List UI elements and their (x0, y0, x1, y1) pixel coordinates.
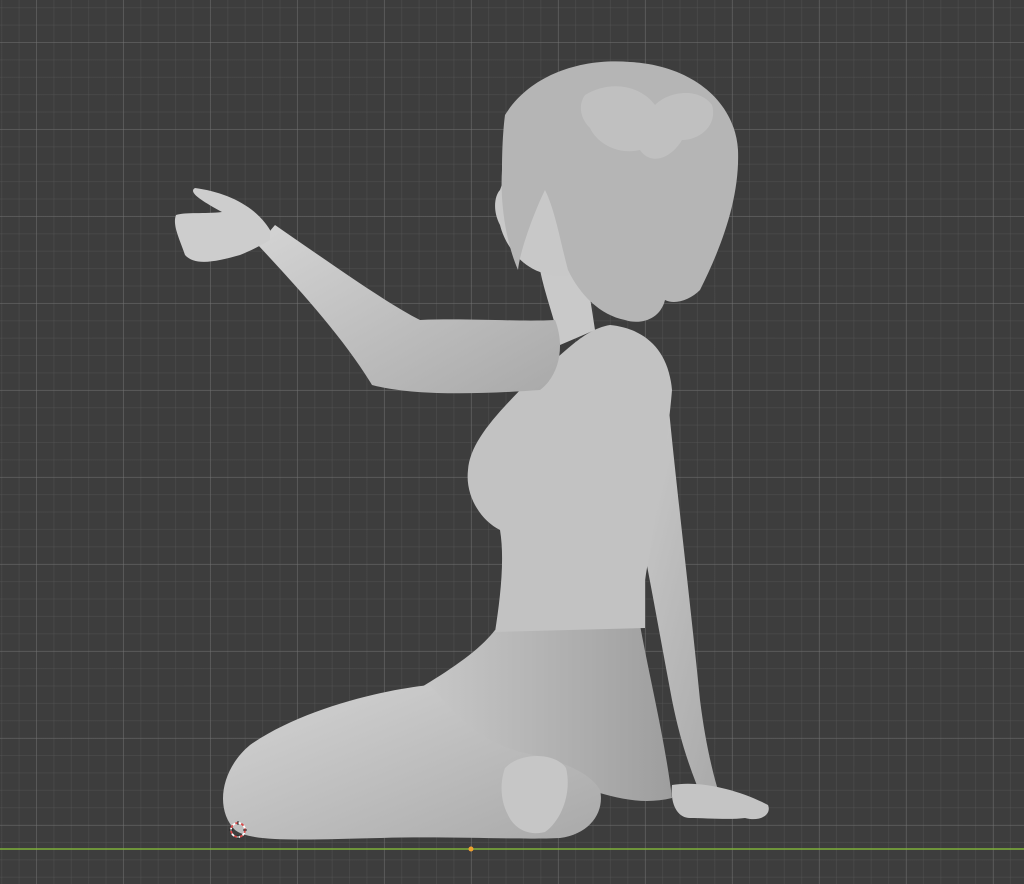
character-model[interactable] (174, 61, 769, 840)
3d-viewport[interactable] (0, 0, 1024, 884)
back-hand[interactable] (671, 783, 769, 820)
origin-point-icon (468, 846, 474, 852)
front-hand[interactable] (174, 188, 270, 262)
viewport-canvas[interactable] (0, 0, 1024, 884)
